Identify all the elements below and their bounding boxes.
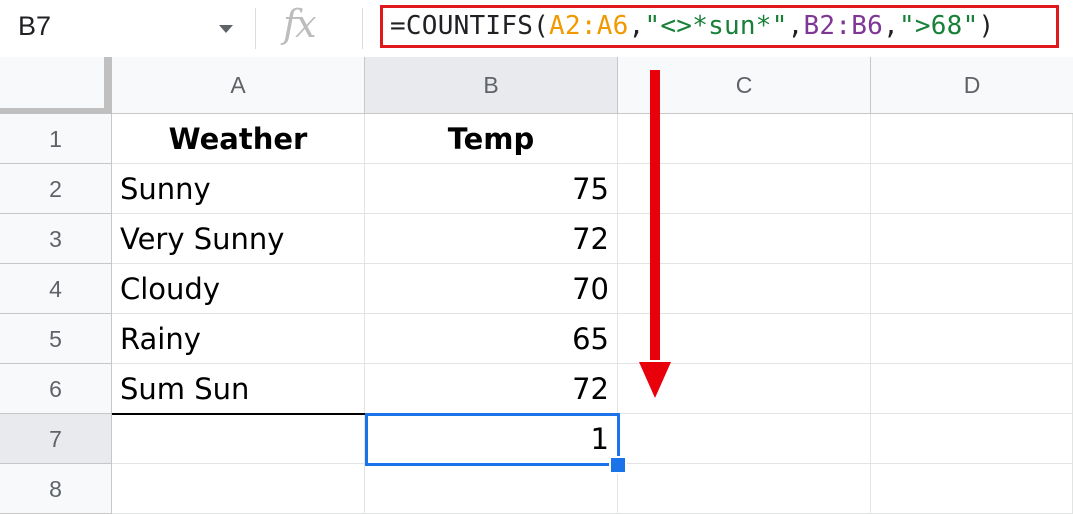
active-cell-selection: [365, 413, 620, 466]
cell-d6[interactable]: [871, 364, 1073, 414]
cell-b2[interactable]: 75: [365, 164, 618, 214]
freeze-column-handle[interactable]: [104, 57, 112, 114]
fx-icon: fx: [283, 2, 316, 46]
row-header-8[interactable]: 8: [0, 464, 112, 514]
formula-range-b: B2:B6: [803, 11, 884, 41]
spreadsheet-grid: A B C D 1 2 3 4 5 6 7 8 Weather Temp Sun…: [0, 57, 1073, 514]
select-all-corner[interactable]: [0, 57, 112, 114]
cell-b5[interactable]: 65: [365, 314, 618, 364]
column-header-b[interactable]: B: [365, 57, 618, 114]
cell-b4[interactable]: 70: [365, 264, 618, 314]
formula-range-a: A2:A6: [549, 11, 629, 41]
formula-criteria-text: "<>*sun*": [644, 11, 788, 41]
cell-d5[interactable]: [871, 314, 1073, 364]
formula-comma: ,: [787, 11, 804, 41]
cell-d2[interactable]: [871, 164, 1073, 214]
cell-a3[interactable]: Very Sunny: [112, 214, 365, 264]
formula-comma: ,: [628, 11, 645, 41]
cell-d3[interactable]: [871, 214, 1073, 264]
cell-b1[interactable]: Temp: [365, 114, 618, 164]
cell-a1[interactable]: Weather: [112, 114, 365, 164]
cell-d1[interactable]: [871, 114, 1073, 164]
cell-a5[interactable]: Rainy: [112, 314, 365, 364]
formula-suffix: ): [978, 11, 995, 41]
cell-c8[interactable]: [618, 464, 871, 514]
row-header-2[interactable]: 2: [0, 164, 112, 214]
formula-input[interactable]: =COUNTIFS(A2:A6,"<>*sun*",B2:B6,">68"): [380, 5, 1059, 48]
row-header-3[interactable]: 3: [0, 214, 112, 264]
divider: [362, 8, 363, 49]
cell-b6[interactable]: 72: [365, 364, 618, 414]
row-header-7[interactable]: 7: [0, 414, 112, 464]
cell-b3[interactable]: 72: [365, 214, 618, 264]
row-header-1[interactable]: 1: [0, 114, 112, 164]
cell-d4[interactable]: [871, 264, 1073, 314]
row-header-5[interactable]: 5: [0, 314, 112, 364]
formula-bar: B7 fx =COUNTIFS(A2:A6,"<>*sun*",B2:B6,">…: [0, 0, 1073, 58]
down-arrow-icon: [639, 70, 671, 398]
name-box[interactable]: B7: [0, 0, 250, 57]
cell-a2[interactable]: Sunny: [112, 164, 365, 214]
cell-d7[interactable]: [871, 414, 1073, 464]
fill-handle[interactable]: [609, 456, 627, 474]
formula-criteria-number: ">68": [898, 11, 979, 41]
name-box-value: B7: [18, 11, 52, 41]
cell-a7[interactable]: [112, 414, 365, 464]
cell-c7[interactable]: [618, 414, 871, 464]
formula-prefix: =COUNTIFS(: [390, 11, 550, 41]
row-header-4[interactable]: 4: [0, 264, 112, 314]
column-header-d[interactable]: D: [871, 57, 1073, 114]
row-header-6[interactable]: 6: [0, 364, 112, 414]
cell-a6[interactable]: Sum Sun: [112, 364, 365, 414]
cell-a4[interactable]: Cloudy: [112, 264, 365, 314]
formula-comma: ,: [883, 11, 899, 41]
cell-b8[interactable]: [365, 464, 618, 514]
cell-d8[interactable]: [871, 464, 1073, 514]
divider: [255, 8, 256, 49]
cell-a8[interactable]: [112, 464, 365, 514]
dropdown-caret-icon[interactable]: [219, 25, 233, 33]
column-header-a[interactable]: A: [112, 57, 365, 114]
